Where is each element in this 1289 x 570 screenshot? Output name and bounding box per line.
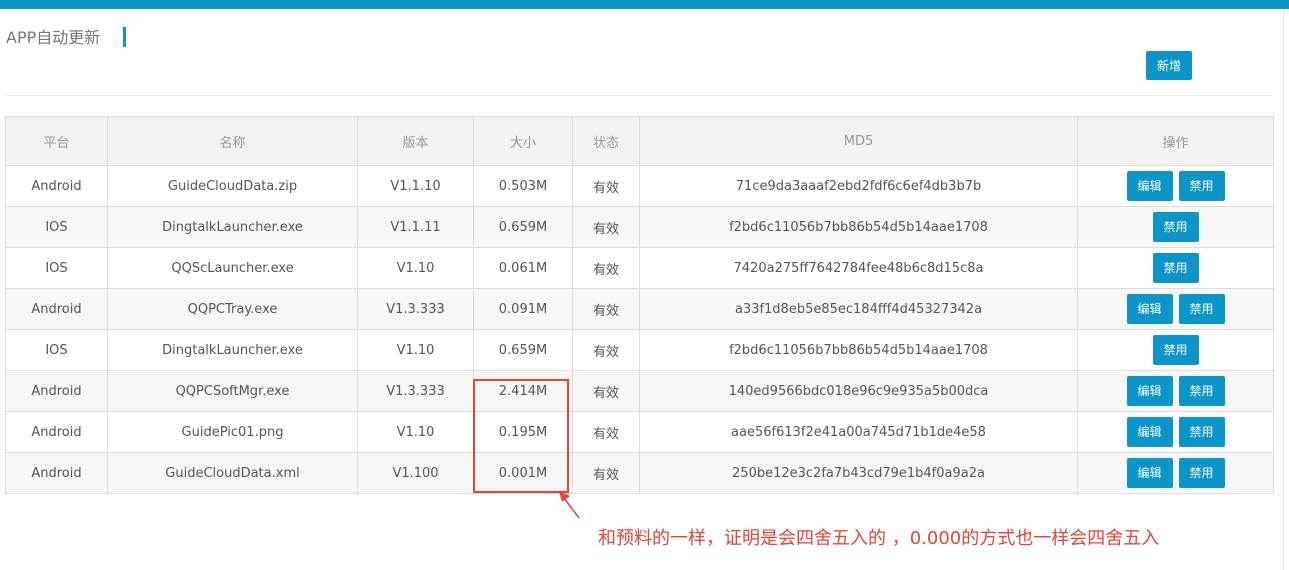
cell-version: V1.10: [357, 411, 474, 453]
cell-name: DingtalkLauncher.exe: [107, 329, 358, 371]
cell-md5: a33f1d8eb5e85ec184fff4d45327342a: [639, 288, 1078, 330]
cell-platform: IOS: [5, 247, 108, 289]
cell-version: V1.1.10: [357, 165, 474, 207]
table-row: Android GuidePic01.png V1.10 0.195M 有效 aae56f…: [5, 411, 1274, 453]
cell-platform: IOS: [5, 329, 108, 371]
title-accent-bar: [123, 27, 126, 47]
cell-size: 0.659M: [473, 206, 573, 248]
cell-actions: 编辑 禁用: [1077, 165, 1274, 207]
cell-status: 有效: [572, 411, 640, 453]
disable-button[interactable]: 禁用: [1152, 212, 1199, 242]
cell-md5: 250be12e3c2fa7b43cd79e1b4f0a9a2a: [639, 452, 1078, 494]
disable-button[interactable]: 禁用: [1178, 417, 1225, 447]
table-row: Android QQPCSoftMgr.exe V1.3.333 2.414M 有效 14…: [5, 370, 1274, 412]
edit-button[interactable]: 编辑: [1126, 171, 1173, 201]
cell-version: V1.10: [357, 247, 474, 289]
cell-actions: 禁用: [1077, 247, 1274, 289]
disable-button[interactable]: 禁用: [1178, 376, 1225, 406]
table-row: IOS DingtalkLauncher.exe V1.1.11 0.659M 有效 f2…: [5, 206, 1274, 248]
table-row: Android GuideCloudData.zip V1.1.10 0.503M 有效…: [5, 165, 1274, 207]
cell-platform: Android: [5, 370, 108, 412]
cell-md5: aae56f613f2e41a00a745d71b1de4e58: [639, 411, 1078, 453]
cell-name: GuidePic01.png: [107, 411, 358, 453]
cell-md5: 140ed9566bdc018e96c9e935a5b00dca: [639, 370, 1078, 412]
edit-button[interactable]: 编辑: [1126, 376, 1173, 406]
annotation-arrow-icon: [559, 491, 580, 519]
edit-button[interactable]: 编辑: [1126, 294, 1173, 324]
cell-status: 有效: [572, 288, 640, 330]
cell-actions: 编辑 禁用: [1077, 411, 1274, 453]
disable-button[interactable]: 禁用: [1152, 253, 1199, 283]
table-body: Android GuideCloudData.zip V1.1.10 0.503M 有效…: [5, 165, 1274, 494]
page-title: APP自动更新: [6, 28, 101, 47]
disable-button[interactable]: 禁用: [1152, 335, 1199, 365]
header-divider: [6, 95, 1272, 96]
cell-name: GuideCloudData.xml: [107, 452, 358, 494]
cell-status: 有效: [572, 165, 640, 207]
column-header-actions: 操作: [1077, 116, 1274, 166]
cell-version: V1.100: [357, 452, 474, 494]
right-border: [1283, 9, 1284, 570]
disable-button[interactable]: 禁用: [1178, 294, 1225, 324]
cell-name: QQScLauncher.exe: [107, 247, 358, 289]
cell-actions: 禁用: [1077, 329, 1274, 371]
cell-name: DingtalkLauncher.exe: [107, 206, 358, 248]
cell-name: QQPCSoftMgr.exe: [107, 370, 358, 412]
annotation-note: 和预料的一样，证明是会四舍五入的 ，0.000的方式也一样会四舍五入: [598, 528, 1160, 549]
disable-button[interactable]: 禁用: [1178, 171, 1225, 201]
cell-status: 有效: [572, 329, 640, 371]
cell-md5: 71ce9da3aaaf2ebd2fdf6c6ef4db3b7b: [639, 165, 1078, 207]
edit-button[interactable]: 编辑: [1126, 458, 1173, 488]
edit-button[interactable]: 编辑: [1126, 417, 1173, 447]
column-header-md5: MD5: [639, 116, 1078, 166]
cell-size: 0.659M: [473, 329, 573, 371]
cell-actions: 编辑 禁用: [1077, 370, 1274, 412]
cell-platform: IOS: [5, 206, 108, 248]
table-row: Android GuideCloudData.xml V1.100 0.001M 有效 2…: [5, 452, 1274, 494]
column-header-size: 大小: [473, 116, 573, 166]
cell-md5: f2bd6c11056b7bb86b54d5b14aae1708: [639, 329, 1078, 371]
column-header-name: 名称: [107, 116, 358, 166]
cell-md5: f2bd6c11056b7bb86b54d5b14aae1708: [639, 206, 1078, 248]
table-header-row: 平台 名称 版本 大小 状态 MD5 操作: [5, 116, 1274, 166]
cell-size: 0.091M: [473, 288, 573, 330]
table-row: Android QQPCTray.exe V1.3.333 0.091M 有效 a33f1…: [5, 288, 1274, 330]
cell-status: 有效: [572, 247, 640, 289]
column-header-version: 版本: [357, 116, 474, 166]
column-header-platform: 平台: [5, 116, 108, 166]
cell-name: GuideCloudData.zip: [107, 165, 358, 207]
add-button[interactable]: 新增: [1146, 51, 1192, 80]
cell-md5: 7420a275ff7642784fee48b6c8d15c8a: [639, 247, 1078, 289]
cell-platform: Android: [5, 411, 108, 453]
cell-status: 有效: [572, 370, 640, 412]
cell-version: V1.3.333: [357, 370, 474, 412]
cell-size: 0.061M: [473, 247, 573, 289]
cell-status: 有效: [572, 206, 640, 248]
cell-actions: 禁用: [1077, 206, 1274, 248]
cell-name: QQPCTray.exe: [107, 288, 358, 330]
cell-version: V1.3.333: [357, 288, 474, 330]
cell-version: V1.10: [357, 329, 474, 371]
highlight-box: [473, 379, 569, 493]
column-header-status: 状态: [572, 116, 640, 166]
table-row: IOS DingtalkLauncher.exe V1.10 0.659M 有效 f2bd…: [5, 329, 1274, 371]
top-accent-bar: [0, 0, 1289, 9]
cell-platform: Android: [5, 288, 108, 330]
cell-version: V1.1.11: [357, 206, 474, 248]
disable-button[interactable]: 禁用: [1178, 458, 1225, 488]
cell-platform: Android: [5, 165, 108, 207]
table-row: IOS QQScLauncher.exe V1.10 0.061M 有效 7420a275…: [5, 247, 1274, 289]
cell-actions: 编辑 禁用: [1077, 452, 1274, 494]
cell-actions: 编辑 禁用: [1077, 288, 1274, 330]
cell-size: 0.503M: [473, 165, 573, 207]
cell-platform: Android: [5, 452, 108, 494]
app-update-table: 平台 名称 版本 大小 状态 MD5 操作 Android GuideCloudD…: [5, 116, 1274, 494]
